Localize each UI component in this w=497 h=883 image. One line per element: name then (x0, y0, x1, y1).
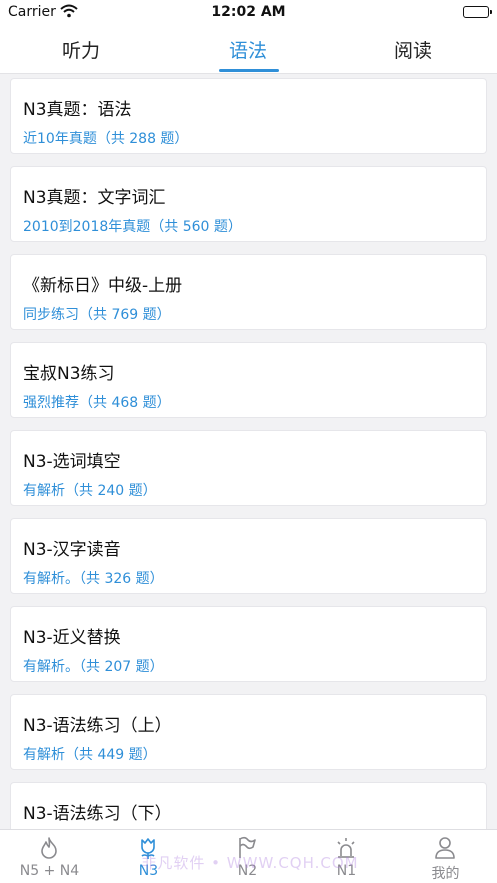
item-title: N3-近义替换 (23, 628, 121, 648)
item-title: N3-语法练习（上） (23, 716, 172, 736)
siren-icon (337, 838, 355, 858)
item-title: N3-汉字读音 (23, 540, 121, 560)
clock: 12:02 AM (211, 4, 286, 20)
item-subtitle: 近10年真题（共 288 题） (23, 131, 189, 147)
item-subtitle: 有解析。（共 207 题） (23, 659, 164, 675)
item-title: N3真题：语法 (23, 100, 132, 120)
list-item[interactable]: N3-汉字读音 有解析。（共 326 题） (10, 518, 487, 594)
item-subtitle: 有解析（共 240 题） (23, 483, 157, 499)
item-title: 宝叔N3练习 (23, 364, 115, 384)
nav-label: N5 + N4 (19, 863, 80, 879)
nav-n2[interactable]: N2 (198, 830, 297, 883)
list-item[interactable]: 宝叔N3练习 强烈推荐（共 468 题） (10, 342, 487, 418)
item-subtitle: 有解析（共 449 题） (23, 747, 157, 763)
item-subtitle: 2010到2018年真题（共 560 题） (23, 219, 242, 235)
flame-icon (41, 837, 57, 859)
list-item[interactable]: N3真题：文字词汇 2010到2018年真题（共 560 题） (10, 166, 487, 242)
nav-label: 我的 (431, 866, 460, 882)
flower-icon (141, 838, 155, 859)
nav-label: N1 (336, 863, 357, 879)
item-title: N3-语法练习（下） (23, 804, 172, 824)
list-item[interactable]: N3-选词填空 有解析（共 240 题） (10, 430, 487, 506)
list-item[interactable]: N3-语法练习（下） (10, 782, 487, 829)
list-item[interactable]: N3-近义替换 有解析。（共 207 题） (10, 606, 487, 682)
nav-mine[interactable]: 我的 (396, 830, 495, 883)
list-item[interactable]: N3-语法练习（上） 有解析（共 449 题） (10, 694, 487, 770)
nav-n3[interactable]: N3 (99, 830, 198, 883)
person-icon (435, 837, 455, 859)
item-title: N3-选词填空 (23, 452, 121, 472)
nav-n5-n4[interactable]: N5 + N4 (0, 830, 99, 883)
item-subtitle: 有解析。（共 326 题） (23, 571, 164, 587)
item-title: 《新标日》中级-上册 (23, 276, 183, 296)
active-tab-indicator (219, 69, 279, 72)
item-title: N3真题：文字词汇 (23, 188, 166, 208)
nav-label: N3 (138, 863, 159, 879)
tab-listening[interactable]: 听力 (62, 36, 100, 63)
item-subtitle: 强烈推荐（共 468 题） (23, 395, 171, 411)
exercise-list[interactable]: N3真题：语法 近10年真题（共 288 题） N3真题：文字词汇 2010到2… (0, 74, 497, 829)
top-tab-bar: 听力 语法 阅读 (0, 26, 497, 74)
tab-reading[interactable]: 阅读 (394, 36, 432, 63)
nav-label: N2 (237, 863, 258, 879)
battery-icon (463, 6, 492, 18)
bottom-nav: N5 + N4 N3 N2 N1 我的 (0, 829, 497, 883)
flag-icon (239, 836, 256, 858)
nav-n1[interactable]: N1 (297, 830, 396, 883)
item-subtitle: 同步练习（共 769 题） (23, 307, 171, 323)
tab-grammar[interactable]: 语法 (229, 36, 267, 63)
list-item[interactable]: N3真题：语法 近10年真题（共 288 题） (10, 78, 487, 154)
list-item[interactable]: 《新标日》中级-上册 同步练习（共 769 题） (10, 254, 487, 330)
status-bar: Carrier 12:02 AM (0, 0, 497, 26)
